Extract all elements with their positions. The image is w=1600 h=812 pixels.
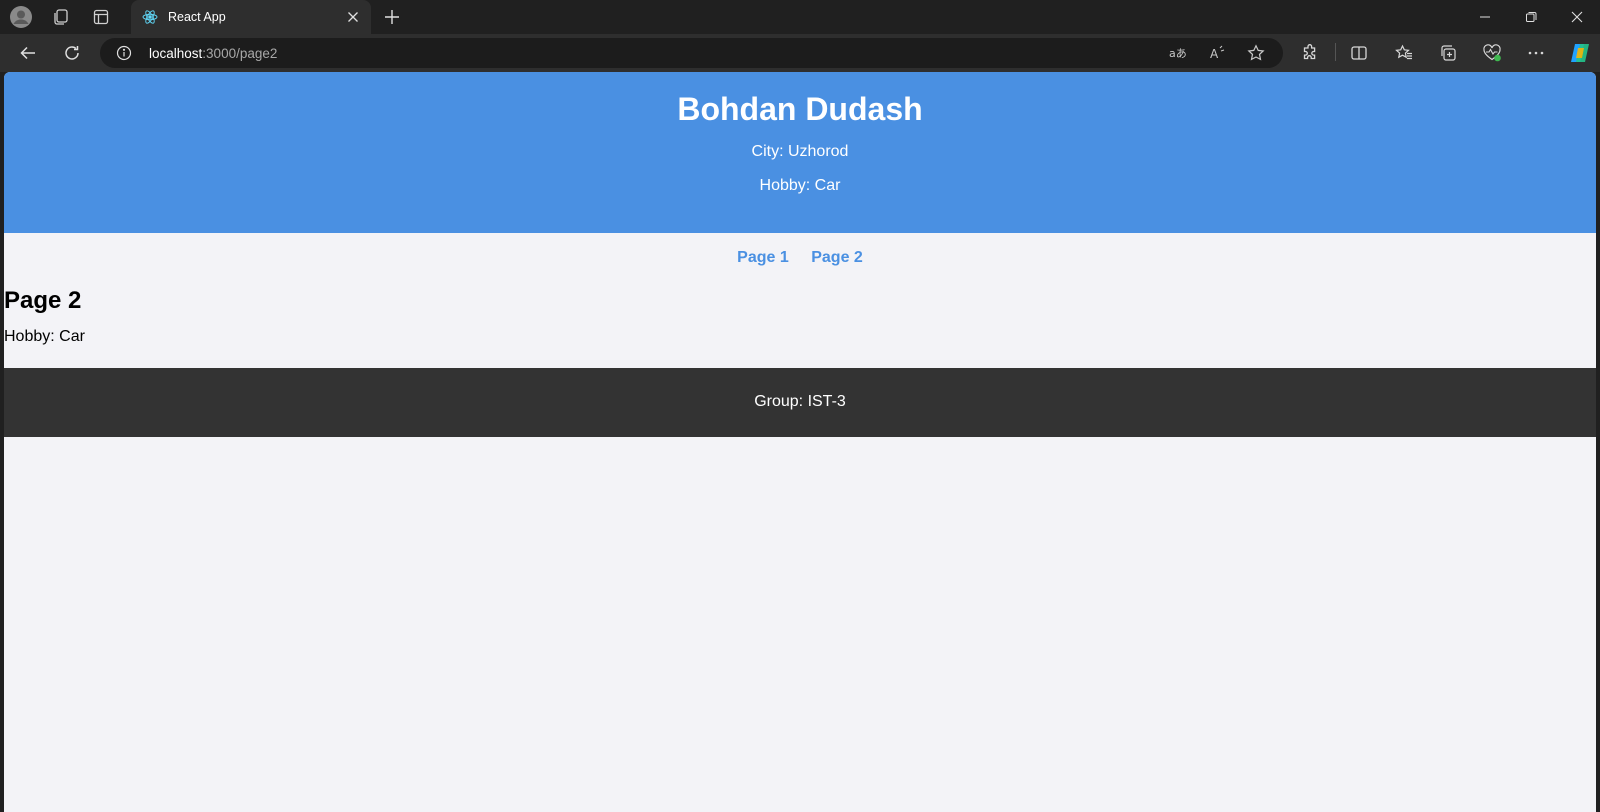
close-window-icon[interactable] <box>1554 0 1600 34</box>
extensions-icon[interactable] <box>1299 42 1321 64</box>
page-title: Page 2 <box>4 287 82 314</box>
read-aloud-icon[interactable]: A <box>1207 43 1227 63</box>
tab-react-app[interactable]: React App <box>131 0 371 34</box>
page-viewport: Bohdan Dudash City: Uzhorod Hobby: Car P… <box>4 72 1596 812</box>
back-icon[interactable] <box>14 39 42 67</box>
favorite-star-icon[interactable] <box>1246 43 1266 63</box>
url-path: :3000/page2 <box>202 46 278 61</box>
page-content: Page 2 Hobby: Car <box>4 286 1596 346</box>
site-info-icon[interactable] <box>115 44 133 62</box>
refresh-icon[interactable] <box>58 39 86 67</box>
collections-icon[interactable] <box>1437 42 1459 64</box>
browser-titlebar: React App <box>0 0 1600 34</box>
profile-header: Bohdan Dudash City: Uzhorod Hobby: Car <box>4 72 1596 233</box>
url-host: localhost <box>149 46 203 61</box>
profile-icon[interactable] <box>9 5 33 29</box>
tab-actions-icon[interactable] <box>89 5 113 29</box>
profile-name: Bohdan Dudash <box>677 91 923 127</box>
new-tab-icon[interactable] <box>380 5 404 29</box>
browser-essentials-icon[interactable] <box>1481 42 1503 64</box>
restore-icon[interactable] <box>1508 0 1554 34</box>
copilot-icon[interactable] <box>1568 41 1592 65</box>
minimize-icon[interactable] <box>1462 0 1508 34</box>
page-nav: Page 1 Page 2 <box>4 233 1596 284</box>
svg-text:aあ: aあ <box>1169 47 1186 60</box>
page-hobby-text: Hobby: Car <box>4 328 85 345</box>
address-bar[interactable]: localhost:3000/page2 aあ A <box>100 38 1283 68</box>
react-favicon-icon <box>141 8 159 26</box>
svg-text:A: A <box>1210 47 1219 61</box>
tab-title: React App <box>168 10 226 24</box>
toolbar-separator <box>1335 43 1336 61</box>
split-screen-icon[interactable] <box>1348 42 1370 64</box>
workspaces-icon[interactable] <box>49 5 73 29</box>
nav-link-page-1[interactable]: Page 1 <box>737 249 789 266</box>
nav-link-page-2[interactable]: Page 2 <box>811 249 863 266</box>
profile-city: City: Uzhorod <box>751 143 849 160</box>
url-text: localhost:3000/page2 <box>149 46 277 61</box>
footer-group-text: Group: IST-3 <box>754 393 846 410</box>
more-icon[interactable] <box>1525 42 1547 64</box>
browser-toolbar: localhost:3000/page2 aあ A <box>0 34 1600 72</box>
favorites-icon[interactable] <box>1393 42 1415 64</box>
close-tab-icon[interactable] <box>343 7 363 27</box>
profile-hobby: Hobby: Car <box>759 177 841 194</box>
page-footer: Group: IST-3 <box>4 368 1596 437</box>
translate-icon[interactable]: aあ <box>1167 43 1187 63</box>
